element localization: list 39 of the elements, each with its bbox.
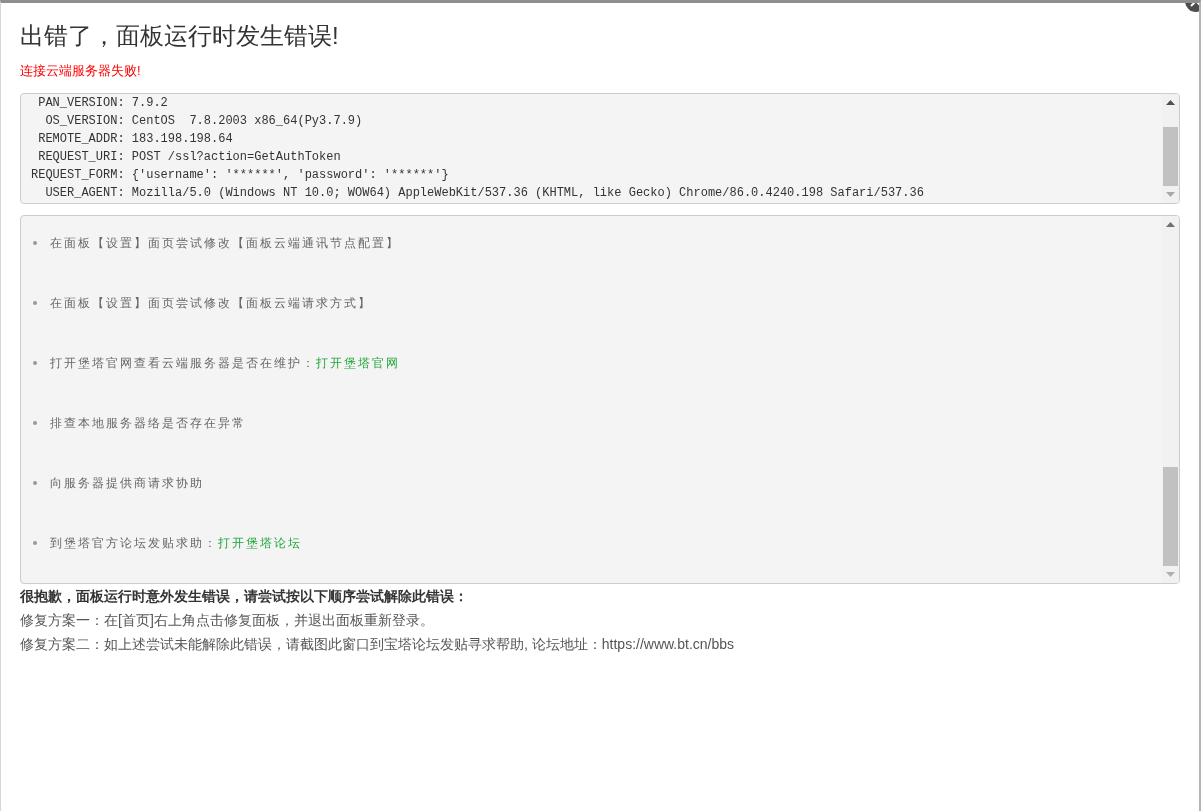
suggestion-text: 在面板【设置】面页尝试修改【面板云端请求方式】 <box>50 295 372 312</box>
bullet-icon <box>33 241 37 245</box>
debug-key: REQUEST_FORM: <box>31 166 125 184</box>
scroll-down-arrow-icon[interactable] <box>1166 572 1175 577</box>
suggestion-text: 打开堡塔官网查看云端服务器是否在维护：打开堡塔官网 <box>50 355 400 372</box>
debug-key: OS_VERSION: <box>31 112 125 130</box>
debug-value: {'username': '******', 'password': '******'} <box>131 167 449 184</box>
suggestion-link[interactable]: 打开堡塔官网 <box>316 356 400 370</box>
scroll-up-arrow-icon[interactable] <box>1166 222 1175 227</box>
suggestion-link[interactable]: 打开堡塔论坛 <box>218 536 302 550</box>
scroll-down-arrow-icon[interactable] <box>1166 192 1175 197</box>
debug-key: USER_AGENT: <box>31 184 125 202</box>
bullet-icon <box>33 421 37 425</box>
apology-heading: 很抱歉，面板运行时意外发生错误，请尝试按以下顺序尝试解除此错误： <box>20 587 469 606</box>
scrollbar-thumb[interactable] <box>1163 467 1178 566</box>
error-message: 连接云端服务器失败! <box>20 62 142 80</box>
debug-key: REQUEST_URI: <box>31 148 125 166</box>
fix-instruction: 修复方案一：在[首页]右上角点击修复面板，并退出面板重新登录。 <box>20 611 435 630</box>
scrollbar-thumb[interactable] <box>1163 127 1178 186</box>
scrollbar[interactable] <box>1162 216 1179 583</box>
debug-key: REMOTE_ADDR: <box>31 130 125 148</box>
bullet-icon <box>33 481 37 485</box>
debug-value: Mozilla/5.0 (Windows NT 10.0; WOW64) AppleWebKit/537.36 (KHTML, like Gecko) Chrome/86.0.4240.198 Safari/537.36 <box>131 185 924 202</box>
bullet-icon <box>33 361 37 365</box>
debug-value: 7.9.2 <box>131 95 168 112</box>
scrollbar[interactable] <box>1162 94 1179 203</box>
dialog-title: 出错了，面板运行时发生错误! <box>20 21 340 51</box>
debug-key: PAN_VERSION: <box>31 94 125 112</box>
fix-instruction: 修复方案二：如上述尝试未能解除此错误，请截图此窗口到宝塔论坛发贴寻求帮助, 论坛地址：https://www.bt.cn/bbs <box>20 635 736 654</box>
suggestion-text: 到堡塔官方论坛发贴求助：打开堡塔论坛 <box>50 535 302 552</box>
debug-value: CentOS 7.8.2003 x86_64(Py3.7.9) <box>131 113 363 130</box>
scroll-up-arrow-icon[interactable] <box>1166 100 1175 105</box>
debug-value: POST /ssl?action=GetAuthToken <box>131 149 341 166</box>
bullet-icon <box>33 301 37 305</box>
debug-value: 183.198.198.64 <box>131 131 233 148</box>
suggestion-text: 在面板【设置】面页尝试修改【面板云端通讯节点配置】 <box>50 235 400 252</box>
suggestion-text: 向服务器提供商请求协助 <box>50 475 204 492</box>
bullet-icon <box>33 541 37 545</box>
suggestion-text: 排查本地服务器络是否存在异常 <box>50 415 246 432</box>
